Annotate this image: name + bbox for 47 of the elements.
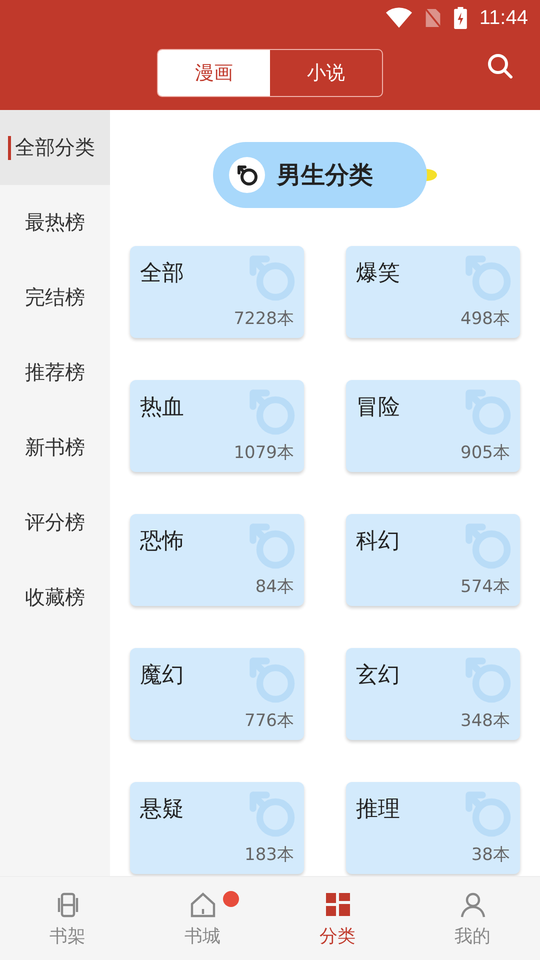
book-count: 38本: [471, 844, 510, 866]
category-card[interactable]: 冒险 905本: [346, 380, 520, 472]
category-name: 爆笑: [356, 260, 400, 288]
book-count: 348本: [460, 710, 510, 732]
wifi-icon: [386, 7, 412, 29]
book-count: 574本: [460, 576, 510, 598]
category-card[interactable]: 魔幻 776本: [130, 648, 304, 740]
sidebar-item[interactable]: 完结榜: [0, 260, 110, 335]
male-symbol-icon: [235, 163, 259, 187]
category-tab[interactable]: 漫画: [158, 50, 270, 96]
category-name: 恐怖: [140, 528, 184, 556]
category-card[interactable]: 推理 38本: [346, 782, 520, 874]
category-tab[interactable]: 小说: [270, 50, 382, 96]
category-card[interactable]: 科幻 574本: [346, 514, 520, 606]
book-count: 905本: [460, 442, 510, 464]
clock-time: 11:44: [479, 6, 528, 30]
category-card[interactable]: 热血 1079本: [130, 380, 304, 472]
category-name: 魔幻: [140, 662, 184, 690]
category-name: 全部: [140, 260, 184, 288]
sidebar-item[interactable]: 最热榜: [0, 185, 110, 260]
battery-charging-icon: [454, 7, 468, 29]
book-count: 776本: [244, 710, 294, 732]
category-name: 科幻: [356, 528, 400, 556]
category-name: 热血: [140, 394, 184, 422]
category-card[interactable]: 爆笑 498本: [346, 246, 520, 338]
sidebar-item[interactable]: 全部分类: [0, 110, 110, 185]
book-count: 84本: [255, 576, 294, 598]
category-card[interactable]: 玄幻 348本: [346, 648, 520, 740]
nav-tab[interactable]: 分类: [270, 877, 405, 960]
sidebar-item[interactable]: 推荐榜: [0, 335, 110, 410]
category-name: 悬疑: [140, 796, 184, 824]
category-card[interactable]: 恐怖 84本: [130, 514, 304, 606]
book-count: 1079本: [234, 442, 294, 464]
no-sim-icon: [424, 7, 442, 29]
category-name: 玄幻: [356, 662, 400, 690]
section-title: 男生分类: [277, 160, 373, 191]
category-card[interactable]: 悬疑 183本: [130, 782, 304, 874]
sidebar-item[interactable]: 收藏榜: [0, 560, 110, 635]
book-count: 183本: [244, 844, 294, 866]
sidebar-item[interactable]: 评分榜: [0, 485, 110, 560]
category-name: 推理: [356, 796, 400, 824]
search-icon[interactable]: [486, 52, 514, 80]
book-count: 7228本: [234, 308, 294, 330]
category-card[interactable]: 全部 7228本: [130, 246, 304, 338]
category-name: 冒险: [356, 394, 400, 422]
sidebar-item[interactable]: 新书榜: [0, 410, 110, 485]
book-count: 498本: [460, 308, 510, 330]
